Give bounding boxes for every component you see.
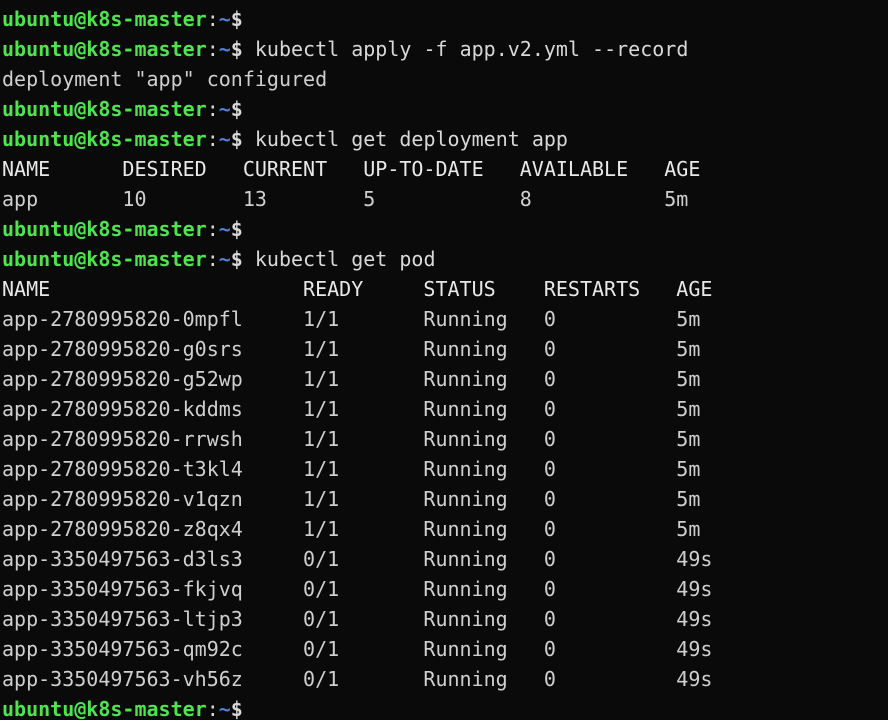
terminal-prompt-line: ubuntu@k8s-master:~$ — [2, 214, 888, 244]
terminal-output-line: app 10 13 5 8 5m — [2, 184, 888, 214]
terminal-prompt-line: ubuntu@k8s-master:~$ — [2, 694, 888, 720]
terminal-output-line: app-2780995820-rrwsh 1/1 Running 0 5m — [2, 424, 888, 454]
terminal-prompt-line: ubuntu@k8s-master:~$ — [2, 4, 888, 34]
prompt-colon: : — [206, 97, 219, 121]
prompt-path-tilde: ~ — [218, 697, 231, 720]
terminal-output-line: app-3350497563-qm92c 0/1 Running 0 49s — [2, 634, 888, 664]
terminal-output-line: app-2780995820-0mpfl 1/1 Running 0 5m — [2, 304, 888, 334]
terminal-output-line: app-3350497563-d3ls3 0/1 Running 0 49s — [2, 544, 888, 574]
terminal-output-line: app-2780995820-kddms 1/1 Running 0 5m — [2, 394, 888, 424]
terminal-command-text[interactable]: kubectl get deployment app — [243, 127, 568, 151]
terminal-prompt-line: ubuntu@k8s-master:~$ kubectl apply -f ap… — [2, 34, 888, 64]
output-text: app-2780995820-g52wp 1/1 Running 0 5m — [2, 367, 701, 391]
terminal-output-line: app-2780995820-v1qzn 1/1 Running 0 5m — [2, 484, 888, 514]
output-text: app-3350497563-d3ls3 0/1 Running 0 49s — [2, 547, 713, 571]
prompt-colon: : — [206, 127, 219, 151]
output-text: app-2780995820-t3kl4 1/1 Running 0 5m — [2, 457, 701, 481]
table-header-text: NAME READY STATUS RESTARTS AGE — [2, 277, 713, 301]
output-text: app-2780995820-kddms 1/1 Running 0 5m — [2, 397, 701, 421]
terminal-prompt-line: ubuntu@k8s-master:~$ kubectl get deploym… — [2, 124, 888, 154]
terminal-output-line: app-2780995820-z8qx4 1/1 Running 0 5m — [2, 514, 888, 544]
terminal-window[interactable]: ubuntu@k8s-master:~$ ubuntu@k8s-master:~$… — [0, 0, 888, 720]
terminal-output-line: app-3350497563-vh56z 0/1 Running 0 49s — [2, 664, 888, 694]
prompt-user-host: ubuntu@k8s-master — [2, 697, 207, 720]
output-text: app-3350497563-qm92c 0/1 Running 0 49s — [2, 637, 713, 661]
output-text: app-3350497563-ltjp3 0/1 Running 0 49s — [2, 607, 713, 631]
terminal-output-line: deployment "app" configured — [2, 64, 888, 94]
terminal-prompt-line: ubuntu@k8s-master:~$ — [2, 94, 888, 124]
terminal-output-line: app-2780995820-g52wp 1/1 Running 0 5m — [2, 364, 888, 394]
terminal-output-line: app-3350497563-fkjvq 0/1 Running 0 49s — [2, 574, 888, 604]
prompt-colon: : — [206, 7, 219, 31]
prompt-user-host: ubuntu@k8s-master — [2, 217, 207, 241]
terminal-screen[interactable]: ubuntu@k8s-master:~$ ubuntu@k8s-master:~$… — [0, 0, 888, 720]
table-header-text: NAME DESIRED CURRENT UP-TO-DATE AVAILABL… — [2, 157, 701, 181]
prompt-symbol: $ — [230, 97, 243, 121]
prompt-path-tilde: ~ — [218, 37, 231, 61]
prompt-path-tilde: ~ — [218, 7, 231, 31]
prompt-colon: : — [206, 217, 219, 241]
prompt-user-host: ubuntu@k8s-master — [2, 7, 207, 31]
prompt-colon: : — [206, 697, 219, 720]
prompt-symbol: $ — [230, 127, 243, 151]
prompt-user-host: ubuntu@k8s-master — [2, 247, 207, 271]
prompt-symbol: $ — [230, 7, 243, 31]
output-text: app-2780995820-z8qx4 1/1 Running 0 5m — [2, 517, 701, 541]
terminal-table-header-line: NAME READY STATUS RESTARTS AGE — [2, 274, 888, 304]
prompt-path-tilde: ~ — [218, 217, 231, 241]
prompt-colon: : — [206, 37, 219, 61]
terminal-command-text[interactable]: kubectl get pod — [243, 247, 436, 271]
terminal-output-line: app-3350497563-ltjp3 0/1 Running 0 49s — [2, 604, 888, 634]
terminal-prompt-line: ubuntu@k8s-master:~$ kubectl get pod — [2, 244, 888, 274]
output-text: app-2780995820-0mpfl 1/1 Running 0 5m — [2, 307, 701, 331]
terminal-table-header-line: NAME DESIRED CURRENT UP-TO-DATE AVAILABL… — [2, 154, 888, 184]
output-text: app-3350497563-fkjvq 0/1 Running 0 49s — [2, 577, 713, 601]
terminal-output-line: app-2780995820-t3kl4 1/1 Running 0 5m — [2, 454, 888, 484]
output-text: app-2780995820-g0srs 1/1 Running 0 5m — [2, 337, 701, 361]
prompt-user-host: ubuntu@k8s-master — [2, 97, 207, 121]
output-text: app-3350497563-vh56z 0/1 Running 0 49s — [2, 667, 713, 691]
output-text: app-2780995820-rrwsh 1/1 Running 0 5m — [2, 427, 701, 451]
prompt-symbol: $ — [230, 217, 243, 241]
prompt-path-tilde: ~ — [218, 127, 231, 151]
terminal-output-line: app-2780995820-g0srs 1/1 Running 0 5m — [2, 334, 888, 364]
prompt-user-host: ubuntu@k8s-master — [2, 37, 207, 61]
prompt-user-host: ubuntu@k8s-master — [2, 127, 207, 151]
terminal-command-text[interactable]: kubectl apply -f app.v2.yml --record — [243, 37, 689, 61]
prompt-path-tilde: ~ — [218, 247, 231, 271]
prompt-symbol: $ — [230, 697, 243, 720]
prompt-path-tilde: ~ — [218, 97, 231, 121]
output-text: app 10 13 5 8 5m — [2, 187, 689, 211]
prompt-symbol: $ — [230, 37, 243, 61]
prompt-symbol: $ — [230, 247, 243, 271]
prompt-colon: : — [206, 247, 219, 271]
output-text: deployment "app" configured — [2, 67, 328, 91]
output-text: app-2780995820-v1qzn 1/1 Running 0 5m — [2, 487, 701, 511]
